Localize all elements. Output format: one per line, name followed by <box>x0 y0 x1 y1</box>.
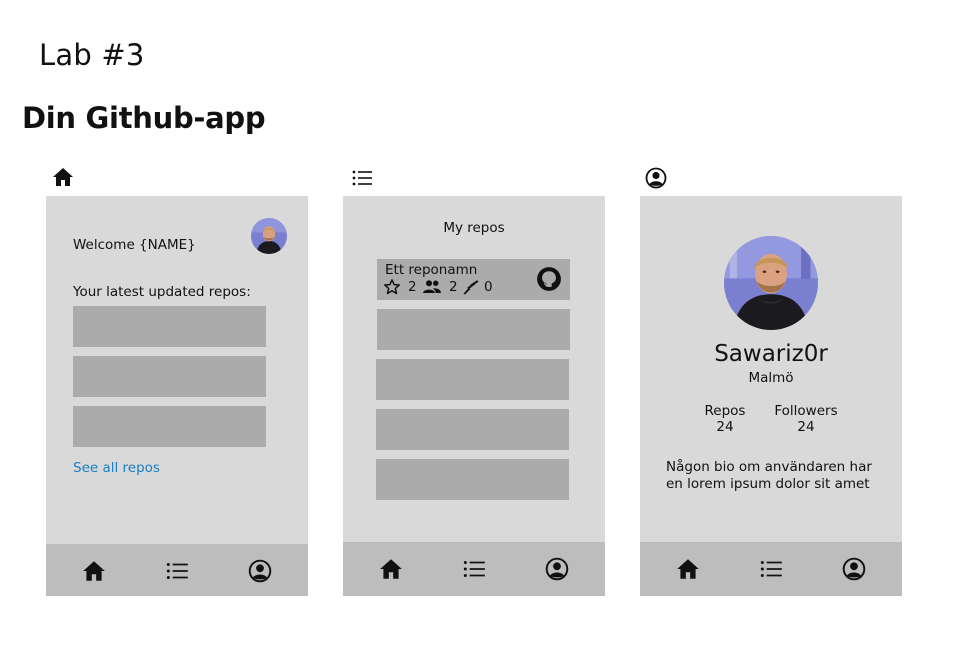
profile-location: Malmö <box>748 370 794 386</box>
nav-list-icon[interactable] <box>461 556 487 582</box>
repo-placeholder[interactable] <box>377 309 570 350</box>
page-title: Din Github-app <box>22 101 266 135</box>
fork-icon <box>462 278 480 296</box>
list-icon <box>350 166 374 190</box>
repo-placeholder[interactable] <box>73 406 266 447</box>
repo-contributors: 2 <box>449 279 458 295</box>
bottom-navbar <box>46 544 308 596</box>
nav-profile-icon[interactable] <box>841 556 867 582</box>
nav-home-icon[interactable] <box>378 556 404 582</box>
latest-repos-label: Your latest updated repos: <box>73 284 251 300</box>
nav-list-icon[interactable] <box>164 558 190 584</box>
repo-name: Ett reponamn <box>385 262 478 278</box>
repo-placeholder[interactable] <box>376 409 569 450</box>
nav-list-icon[interactable] <box>758 556 784 582</box>
profile-screen: Sawariz0r Malmö Repos 24 Followers 24 Nå… <box>640 196 902 596</box>
avatar <box>251 218 287 254</box>
bottom-navbar <box>343 542 605 596</box>
repos-screen: My repos Ett reponamn 2 2 0 <box>343 196 605 596</box>
repo-placeholder[interactable] <box>73 356 266 397</box>
repo-card[interactable]: Ett reponamn 2 2 0 <box>377 259 570 300</box>
repo-placeholder[interactable] <box>376 459 569 500</box>
repo-placeholder[interactable] <box>376 359 569 400</box>
welcome-text: Welcome {NAME} <box>73 237 196 253</box>
bottom-navbar <box>640 542 902 596</box>
profile-avatar <box>724 236 818 330</box>
followers-stat-label: Followers <box>774 403 838 419</box>
people-icon <box>422 278 442 296</box>
profile-username: Sawariz0r <box>714 341 828 367</box>
repos-title: My repos <box>443 220 505 236</box>
repo-forks: 0 <box>484 279 493 295</box>
star-icon <box>383 278 401 296</box>
nav-home-icon[interactable] <box>81 558 107 584</box>
github-icon[interactable] <box>536 266 562 292</box>
followers-stat[interactable]: Followers 24 <box>771 403 841 435</box>
home-screen: Welcome {NAME} Your latest updated repos… <box>46 196 308 596</box>
user-circle-icon <box>644 166 668 190</box>
profile-bio: Någon bio om användaren har en lorem ips… <box>666 459 872 492</box>
followers-stat-value: 24 <box>797 419 815 435</box>
lab-title: Lab #3 <box>39 38 145 72</box>
repos-stat-value: 24 <box>716 419 734 435</box>
nav-profile-icon[interactable] <box>544 556 570 582</box>
home-icon <box>51 165 75 189</box>
nav-home-icon[interactable] <box>675 556 701 582</box>
repos-stat[interactable]: Repos 24 <box>700 403 750 435</box>
repos-stat-label: Repos <box>704 403 746 419</box>
see-all-repos-link[interactable]: See all repos <box>73 460 160 476</box>
nav-profile-icon[interactable] <box>247 558 273 584</box>
repo-placeholder[interactable] <box>73 306 266 347</box>
repo-stars: 2 <box>408 279 417 295</box>
